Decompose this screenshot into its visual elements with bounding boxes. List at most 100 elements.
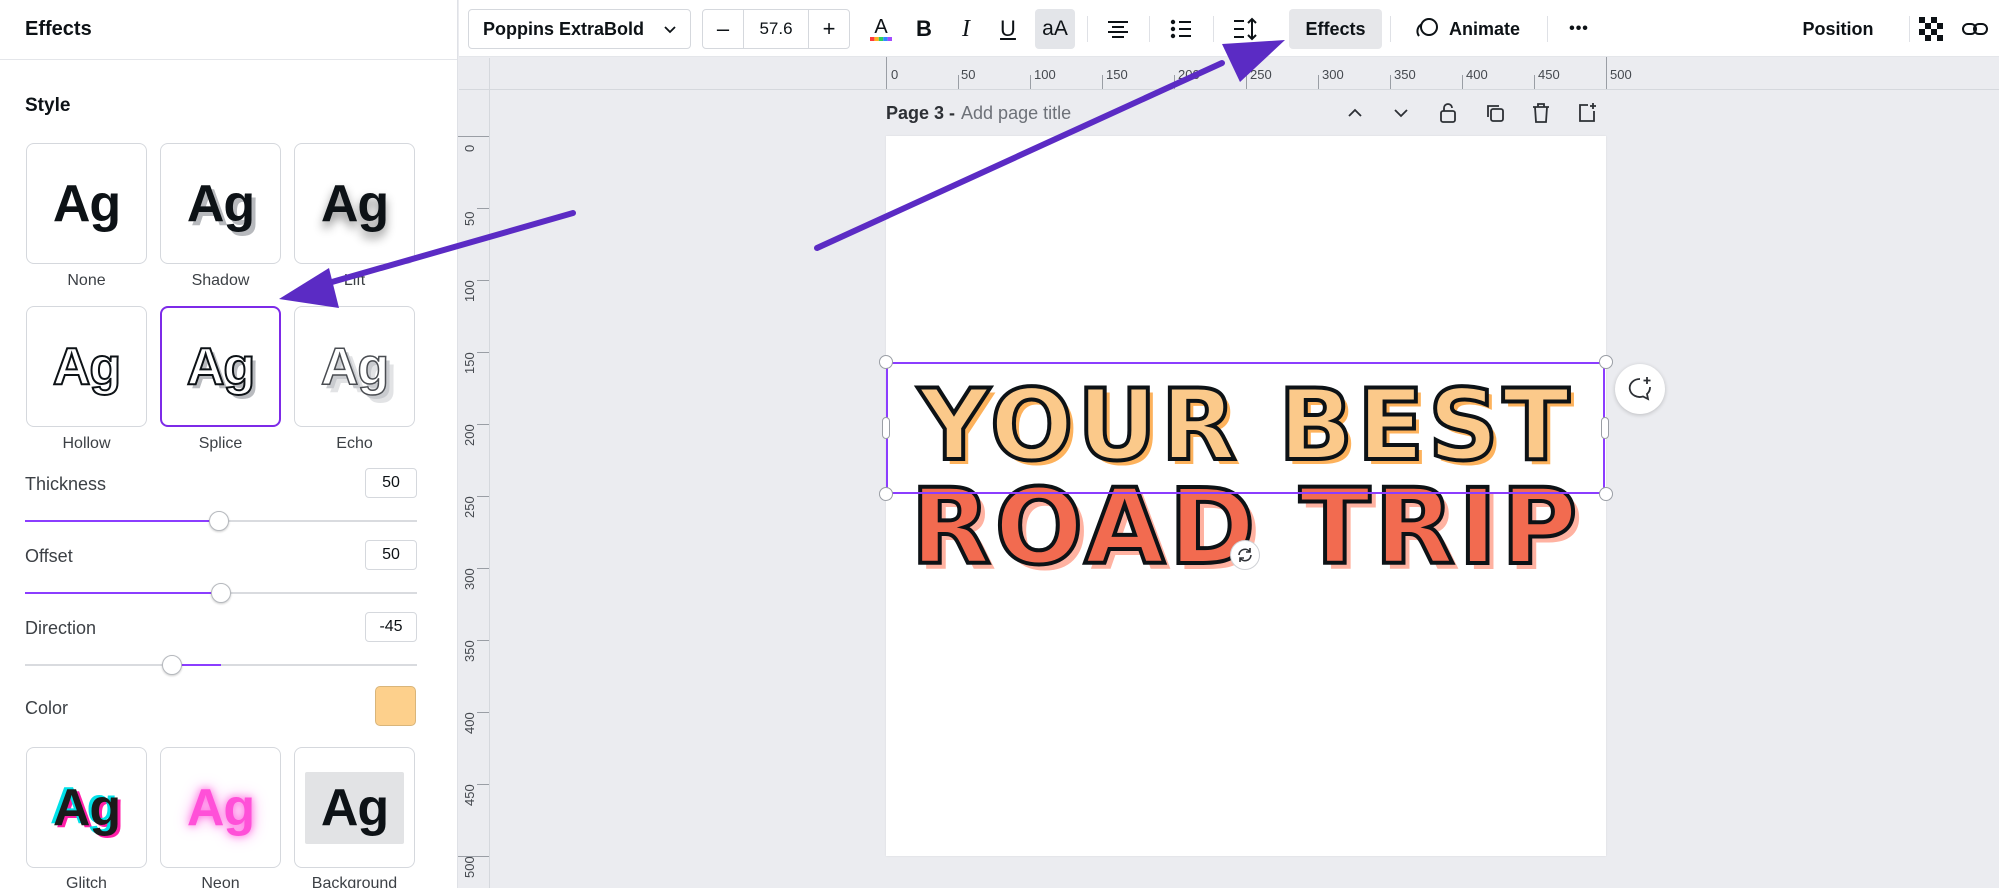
- color-label: Color: [25, 698, 69, 718]
- effect-lift-tile[interactable]: Ag: [294, 143, 415, 264]
- decrease-font-size-button[interactable]: –: [703, 10, 743, 48]
- ruler-tick: [477, 640, 489, 641]
- selection-box[interactable]: [886, 362, 1605, 494]
- effect-neon-tile[interactable]: Ag: [160, 747, 281, 868]
- effect-background-label: Background: [311, 875, 398, 888]
- thickness-slider-thumb[interactable]: [209, 511, 229, 531]
- effect-hollow-label: Hollow: [62, 435, 111, 452]
- move-page-up-button[interactable]: [1342, 100, 1368, 126]
- effects-button[interactable]: Effects: [1289, 9, 1382, 49]
- effect-background-preview: Ag: [304, 771, 405, 844]
- chevron-up-icon: [1348, 108, 1362, 117]
- toolbar-divider: [1213, 16, 1214, 42]
- lock-page-button[interactable]: [1435, 100, 1461, 126]
- effect-hollow-tile[interactable]: Ag: [26, 306, 147, 427]
- effect-splice-preview: Ag: [186, 337, 256, 397]
- delete-page-button[interactable]: [1528, 100, 1554, 126]
- ruler-label: 50: [462, 211, 477, 226]
- ruler-tick: [477, 352, 489, 353]
- letter-case-button[interactable]: aA: [1035, 9, 1075, 49]
- ruler-label: 150: [1106, 67, 1128, 82]
- ruler-tick: [477, 208, 489, 209]
- effect-echo-tile[interactable]: Ag: [294, 306, 415, 427]
- position-button[interactable]: Position: [1783, 9, 1893, 49]
- ruler-tick: [1390, 75, 1391, 89]
- text-color-icon: A: [870, 16, 892, 41]
- transparency-button[interactable]: [1911, 9, 1951, 49]
- more-options-button[interactable]: •••: [1559, 9, 1599, 49]
- duplicate-page-button[interactable]: [1482, 100, 1508, 126]
- link-button[interactable]: [1955, 9, 1995, 49]
- effect-lift-preview: Ag: [320, 174, 389, 233]
- offset-slider[interactable]: [25, 583, 417, 603]
- underline-button[interactable]: U: [990, 9, 1026, 49]
- ruler-label: 500: [1610, 67, 1632, 82]
- effect-none-preview: Ag: [52, 174, 121, 233]
- text-color-button[interactable]: A: [863, 9, 899, 49]
- resize-handle-side[interactable]: [882, 417, 890, 439]
- spacing-button[interactable]: [1227, 9, 1263, 49]
- resize-handle-side[interactable]: [1601, 417, 1609, 439]
- lock-icon: [1440, 103, 1456, 123]
- trash-icon: [1533, 103, 1549, 123]
- toolbar-divider: [1087, 16, 1088, 42]
- resize-handle[interactable]: [879, 355, 893, 369]
- thickness-input[interactable]: 50: [365, 468, 417, 498]
- direction-slider[interactable]: [25, 655, 417, 675]
- ruler-label: 100: [1034, 67, 1056, 82]
- effect-lift-label: Lift: [343, 272, 366, 289]
- direction-slider-thumb[interactable]: [162, 655, 182, 675]
- color-swatch[interactable]: [375, 686, 416, 726]
- ruler-tick: [1534, 75, 1535, 89]
- design-page[interactable]: YOUR BEST ROAD TRIP: [886, 136, 1606, 856]
- effect-shadow-label: Shadow: [191, 272, 250, 289]
- add-comment-button[interactable]: [1615, 364, 1665, 414]
- comment-add-icon: [1628, 377, 1651, 401]
- effect-neon-preview: Ag: [186, 778, 255, 837]
- resize-handle[interactable]: [879, 487, 893, 501]
- effect-splice-tile[interactable]: Ag: [160, 306, 281, 427]
- offset-input[interactable]: 50: [365, 540, 417, 570]
- transparency-icon: [1919, 17, 1943, 41]
- ruler-label: 450: [462, 784, 477, 806]
- direction-input[interactable]: -45: [365, 612, 417, 642]
- effect-echo-label: Echo: [336, 435, 373, 452]
- increase-font-size-button[interactable]: +: [809, 10, 849, 48]
- add-page-button[interactable]: [1574, 100, 1600, 126]
- thickness-slider[interactable]: [25, 511, 417, 531]
- italic-button[interactable]: I: [948, 9, 984, 49]
- font-size-input[interactable]: 57.6: [743, 10, 809, 48]
- font-family-dropdown[interactable]: Poppins ExtraBold: [468, 9, 691, 49]
- ruler-tick: [1462, 75, 1463, 89]
- ruler-tick: [1318, 75, 1319, 89]
- chevron-down-icon: [664, 26, 676, 34]
- rotate-handle[interactable]: [1230, 540, 1260, 570]
- bold-button[interactable]: B: [906, 9, 942, 49]
- horizontal-ruler: 0 50 100 150 200 250 300 350 400 450 500: [490, 57, 1999, 90]
- offset-slider-thumb[interactable]: [211, 583, 231, 603]
- effect-none-label: None: [67, 272, 106, 289]
- effect-neon-label: Neon: [201, 875, 240, 888]
- ruler-tick: [477, 712, 489, 713]
- ruler-label: 350: [1394, 67, 1416, 82]
- resize-handle[interactable]: [1599, 487, 1613, 501]
- effect-glitch-tile[interactable]: Ag: [26, 747, 147, 868]
- toolbar-divider: [1149, 16, 1150, 42]
- ruler-tick: [958, 75, 959, 89]
- rotate-icon: [1238, 548, 1252, 562]
- effect-shadow-tile[interactable]: Ag: [160, 143, 281, 264]
- effect-background-tile[interactable]: Ag: [294, 747, 415, 868]
- list-button[interactable]: [1163, 9, 1199, 49]
- effect-none-tile[interactable]: Ag: [26, 143, 147, 264]
- bullet-list-icon: [1170, 19, 1191, 39]
- page-title-input[interactable]: Add page title: [961, 103, 1071, 124]
- ruler-label: 250: [1250, 67, 1272, 82]
- align-center-button[interactable]: [1100, 9, 1136, 49]
- ruler-label: 400: [462, 712, 477, 734]
- ruler-tick: [1174, 75, 1175, 89]
- animate-button[interactable]: Animate: [1407, 9, 1527, 49]
- toolbar-divider: [1909, 16, 1910, 42]
- thickness-control: Thickness 50: [25, 468, 417, 498]
- move-page-down-button[interactable]: [1388, 100, 1414, 126]
- resize-handle[interactable]: [1599, 355, 1613, 369]
